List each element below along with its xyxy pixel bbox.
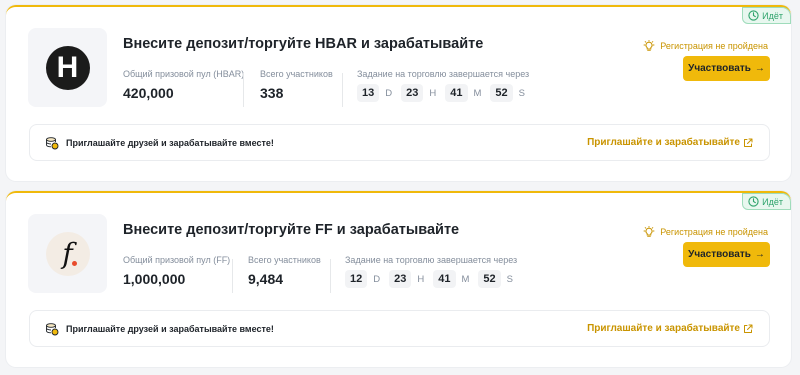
registration-label: Регистрация не пройдена	[660, 41, 768, 51]
campaign-card-ff: Идёт f Внесите депозит/торгуйте FF и зар…	[6, 191, 791, 367]
countdown-timer: 12 D 23 H 41 M 52 S	[345, 270, 517, 288]
clock-icon	[748, 196, 759, 207]
invite-text: Приглашайте друзей и зарабатывайте вмест…	[66, 323, 274, 334]
ff-logo-dot	[71, 260, 77, 266]
participants-label: Всего участников	[248, 255, 321, 265]
registration-status: Регистрация не пройдена	[643, 40, 768, 52]
arrow-right-icon: →	[754, 249, 765, 260]
timer-hours: 23	[389, 270, 412, 288]
campaign-card-hbar: Идёт H Внесите депозит/торгуйте HBAR и з…	[6, 5, 791, 181]
coin-stack-icon	[46, 136, 59, 149]
join-button-label: Участвовать	[688, 249, 751, 260]
status-label: Идёт	[762, 196, 783, 207]
coin-stack-icon	[46, 322, 59, 335]
timer-seconds-unit: S	[518, 87, 526, 99]
divider	[232, 259, 233, 293]
invite-link[interactable]: Приглашайте и зарабатывайте	[587, 323, 753, 334]
join-button[interactable]: Участвовать →	[683, 56, 770, 81]
timer-seconds: 52	[478, 270, 501, 288]
participants: Всего участников 338	[260, 69, 333, 101]
campaign-title: Внесите депозит/торгуйте HBAR и зарабаты…	[123, 36, 484, 52]
ff-logo-letter: f	[62, 237, 73, 270]
timer-minutes-unit: M	[473, 87, 482, 99]
invite-text: Приглашайте друзей и зарабатывайте вмест…	[66, 137, 274, 148]
prize-pool-label: Общий призовой пул (HBAR)	[123, 69, 245, 79]
status-label: Идёт	[762, 10, 783, 21]
ff-logo: f	[45, 231, 90, 276]
timer-seconds-unit: S	[506, 273, 514, 285]
invite-link-label: Приглашайте и зарабатывайте	[587, 323, 740, 334]
countdown: Задание на торговлю завершается через 13…	[357, 69, 529, 102]
timer-minutes: 41	[445, 84, 468, 102]
countdown-label: Задание на торговлю завершается через	[345, 255, 518, 265]
campaign-list: Идёт H Внесите депозит/торгуйте HBAR и з…	[0, 0, 800, 375]
timer-days-unit: D	[373, 273, 381, 285]
bulb-icon	[643, 226, 655, 237]
external-link-icon	[744, 138, 753, 147]
prize-pool-value: 420,000	[123, 85, 174, 101]
timer-days: 12	[345, 270, 368, 288]
timer-minutes-unit: M	[461, 273, 470, 285]
divider	[342, 73, 343, 107]
timer-days-unit: D	[385, 87, 393, 99]
prize-pool-value: 1,000,000	[123, 271, 186, 287]
divider	[330, 259, 331, 293]
arrow-right-icon: →	[754, 63, 765, 74]
timer-minutes: 41	[433, 270, 456, 288]
countdown: Задание на торговлю завершается через 12…	[345, 255, 517, 288]
registration-status: Регистрация не пройдена	[643, 226, 768, 238]
external-link-icon	[744, 324, 753, 333]
invite-banner: Приглашайте друзей и зарабатывайте вмест…	[29, 310, 770, 347]
timer-hours-unit: H	[417, 273, 425, 285]
participants: Всего участников 9,484	[248, 255, 321, 287]
countdown-timer: 13 D 23 H 41 M 52 S	[357, 84, 529, 102]
token-logo-box: f	[28, 214, 107, 293]
prize-pool: Общий призовой пул (HBAR) 420,000	[123, 69, 244, 101]
invite-link[interactable]: Приглашайте и зарабатывайте	[587, 137, 753, 148]
registration-label: Регистрация не пройдена	[660, 227, 768, 237]
hbar-logo: H	[45, 45, 90, 90]
invite-link-label: Приглашайте и зарабатывайте	[587, 137, 740, 148]
status-badge: Идёт	[742, 193, 791, 210]
timer-days: 13	[357, 84, 380, 102]
token-logo-box: H	[28, 28, 107, 107]
participants-value: 338	[260, 85, 284, 101]
clock-icon	[748, 10, 759, 21]
join-button-label: Участвовать	[688, 63, 751, 74]
status-badge: Идёт	[742, 7, 791, 24]
prize-pool: Общий призовой пул (FF) 1,000,000	[123, 255, 230, 287]
join-button[interactable]: Участвовать →	[683, 242, 770, 267]
divider	[243, 73, 244, 107]
bulb-icon	[643, 40, 655, 51]
invite-banner: Приглашайте друзей и зарабатывайте вмест…	[29, 124, 770, 161]
countdown-label: Задание на торговлю завершается через	[357, 69, 530, 79]
prize-pool-label: Общий призовой пул (FF)	[123, 255, 231, 265]
timer-hours: 23	[401, 84, 424, 102]
campaign-title: Внесите депозит/торгуйте FF и зарабатыва…	[123, 222, 460, 238]
timer-hours-unit: H	[429, 87, 437, 99]
participants-value: 9,484	[248, 271, 284, 287]
timer-seconds: 52	[490, 84, 513, 102]
participants-label: Всего участников	[260, 69, 333, 79]
